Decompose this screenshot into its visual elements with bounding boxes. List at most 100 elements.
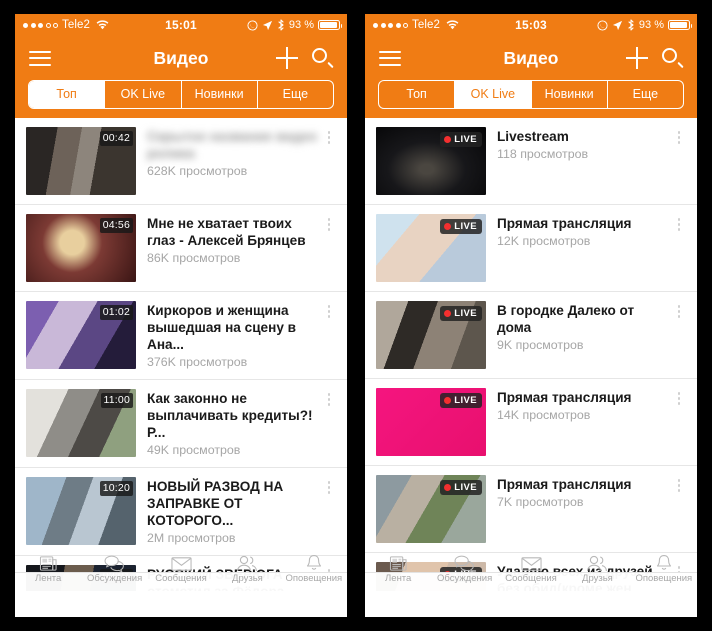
- nav-actions: [276, 47, 333, 69]
- status-bar-left: Tele2: [373, 19, 459, 31]
- video-meta: НОВЫЙ РАЗВОД НА ЗАПРАВКЕ ОТ КОТОРОГО... 2…: [136, 477, 321, 546]
- tab-right-3[interactable]: Еще: [608, 81, 683, 108]
- more-options-icon[interactable]: [321, 477, 337, 546]
- video-list[interactable]: 00:42 Скрытое название видео ролика 628K п…: [15, 118, 347, 591]
- discussions-icon: [104, 555, 125, 572]
- more-options-icon[interactable]: [321, 214, 337, 282]
- bottom-tab-3[interactable]: Друзья: [214, 555, 280, 585]
- more-options-icon[interactable]: [321, 301, 337, 370]
- more-options-icon[interactable]: [671, 127, 687, 195]
- video-thumbnail[interactable]: 11:00: [26, 389, 136, 457]
- more-options-icon[interactable]: [671, 301, 687, 369]
- video-thumbnail[interactable]: LIVE: [376, 301, 486, 369]
- more-options-icon[interactable]: [671, 475, 687, 543]
- signal-dot: [380, 22, 386, 28]
- video-list-item[interactable]: LIVE В городке Далеко от дома 9K просмотро…: [365, 292, 697, 379]
- video-list-item[interactable]: LIVE Livestream 118 просмотров: [365, 118, 697, 205]
- bottom-tab-2[interactable]: Сообщения: [148, 557, 214, 585]
- plus-icon[interactable]: [276, 47, 298, 69]
- screenshot-stage: Tele2 15:01 93 % Видео Топ OK Live Новинки Еще 0…: [0, 0, 712, 631]
- discussions-icon: [454, 555, 475, 572]
- video-thumbnail[interactable]: 10:20: [26, 477, 136, 545]
- feed-icon: [389, 556, 408, 572]
- video-thumbnail[interactable]: LIVE: [376, 127, 486, 195]
- bottom-tab-3[interactable]: Друзья: [564, 555, 630, 585]
- video-meta: Прямая трансляция 7K просмотров: [486, 475, 671, 543]
- battery-percent-label: 93 %: [288, 19, 314, 31]
- live-badge-label: LIVE: [454, 307, 477, 319]
- more-options-icon[interactable]: [671, 388, 687, 456]
- more-options-icon[interactable]: [321, 389, 337, 458]
- video-views: 86K просмотров: [147, 251, 241, 265]
- video-views: 376K просмотров: [147, 355, 248, 369]
- video-thumbnail[interactable]: LIVE: [376, 475, 486, 543]
- location-arrow-icon: [262, 20, 273, 30]
- video-thumbnail[interactable]: 00:42: [26, 127, 136, 195]
- discussions-icon: [454, 555, 475, 572]
- status-bar-right: 93 %: [247, 19, 342, 31]
- segmented-control-wrap: Топ OK Live Новинки Еще: [365, 80, 697, 118]
- tab-left-3[interactable]: Еще: [258, 81, 333, 108]
- video-list-item[interactable]: 04:56 Мне не хватает твоих глаз - Алексей…: [15, 205, 347, 292]
- video-meta: В городке Далеко от дома 9K просмотров: [486, 301, 671, 369]
- video-title: Как законно не выплачивать кредиты?! Р..…: [147, 391, 313, 440]
- search-icon[interactable]: [662, 47, 683, 69]
- bottom-tab-label: Сообщения: [155, 573, 207, 584]
- friends-icon: [236, 555, 258, 572]
- bottom-tab-4[interactable]: Оповещения: [281, 555, 347, 585]
- bottom-tab-4[interactable]: Оповещения: [631, 555, 697, 585]
- tab-right-0[interactable]: Топ: [379, 81, 456, 108]
- video-title: В городке Далеко от дома: [497, 303, 635, 335]
- discussions-icon: [104, 555, 125, 572]
- video-thumbnail[interactable]: 01:02: [26, 301, 136, 369]
- tab-left-1[interactable]: OK Live: [105, 81, 182, 108]
- bottom-tab-2[interactable]: Сообщения: [498, 557, 564, 585]
- battery-percent-label: 93 %: [638, 19, 664, 31]
- tab-right-2[interactable]: Новинки: [532, 81, 608, 108]
- nav-bar: Видео: [15, 36, 347, 80]
- video-list-item[interactable]: 11:00 Как законно не выплачивать кредиты?…: [15, 380, 347, 468]
- plus-icon[interactable]: [626, 47, 648, 69]
- messages-icon: [520, 557, 542, 571]
- messages-icon: [170, 557, 192, 571]
- do-not-disturb-icon: [597, 19, 608, 31]
- video-thumbnail[interactable]: LIVE: [376, 214, 486, 282]
- video-list-item[interactable]: LIVE Прямая трансляция 7K просмотров: [365, 466, 697, 553]
- header-block: Tele2 15:03 93 % Видео Топ OK Live Новинки Еще: [365, 14, 697, 118]
- bottom-tab-1[interactable]: Обсуждения: [81, 555, 147, 585]
- bottom-tab-0[interactable]: Лента: [365, 556, 431, 585]
- carrier-label: Tele2: [62, 19, 90, 31]
- bottom-tab-bar: Лента Обсуждения Сообщения Друзья Оповещения: [365, 555, 697, 603]
- wifi-icon: [446, 20, 459, 30]
- video-list-item[interactable]: 10:20 НОВЫЙ РАЗВОД НА ЗАПРАВКЕ ОТ КОТОРОГ…: [15, 468, 347, 556]
- video-list-item[interactable]: LIVE Прямая трансляция 12K просмотров: [365, 205, 697, 292]
- tab-left-0[interactable]: Топ: [29, 81, 106, 108]
- bottom-tab-0[interactable]: Лента: [15, 556, 81, 585]
- video-thumbnail[interactable]: LIVE: [376, 388, 486, 456]
- video-list[interactable]: LIVE Livestream 118 просмотров LIVE Прямая т…: [365, 118, 697, 591]
- video-title: Livestream: [497, 129, 569, 144]
- video-thumbnail[interactable]: 04:56: [26, 214, 136, 282]
- video-list-item[interactable]: LIVE Прямая трансляция 14K просмотров: [365, 379, 697, 466]
- live-dot-icon: [444, 135, 452, 143]
- more-options-icon[interactable]: [671, 214, 687, 282]
- bottom-tab-label: Друзья: [232, 573, 263, 584]
- bluetooth-icon: [627, 19, 635, 31]
- search-icon[interactable]: [312, 47, 333, 69]
- bottom-tab-1[interactable]: Обсуждения: [431, 555, 497, 585]
- bluetooth-icon: [278, 19, 284, 31]
- more-options-icon[interactable]: [321, 127, 337, 195]
- phone-screenshot-left: Tele2 15:01 93 % Видео Топ OK Live Новинки Еще 0…: [15, 14, 347, 617]
- hamburger-menu-icon[interactable]: [379, 50, 401, 66]
- hamburger-menu-icon[interactable]: [29, 50, 51, 66]
- video-views: 628K просмотров: [147, 164, 248, 178]
- tab-left-2[interactable]: Новинки: [182, 81, 258, 108]
- do-not-disturb-icon: [247, 19, 258, 31]
- duration-badge: 11:00: [100, 393, 133, 409]
- live-dot-icon: [444, 483, 452, 491]
- video-list-item[interactable]: 00:42 Скрытое название видео ролика 628K п…: [15, 118, 347, 205]
- carrier-label: Tele2: [412, 19, 440, 31]
- tab-right-1[interactable]: OK Live: [455, 81, 532, 108]
- nav-bar: Видео: [365, 36, 697, 80]
- video-list-item[interactable]: 01:02 Киркоров и женщина вышедшая на сцен…: [15, 292, 347, 380]
